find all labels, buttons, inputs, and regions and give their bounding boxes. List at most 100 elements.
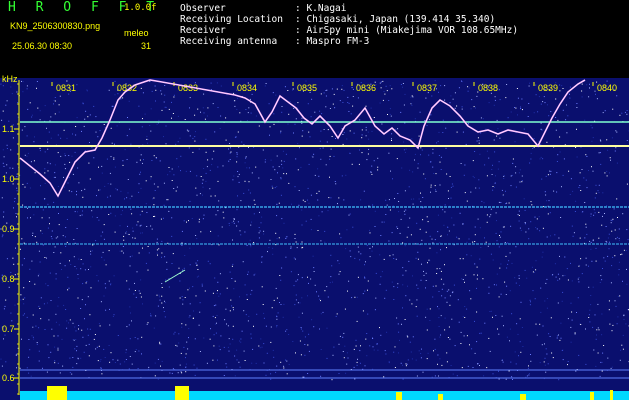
noise-dot (60, 137, 62, 139)
noise-dot (409, 341, 411, 343)
noise-dot (125, 232, 127, 234)
noise-dot (356, 320, 358, 322)
noise-dot (238, 173, 240, 175)
noise-dot (615, 238, 617, 240)
noise-dot (497, 168, 499, 170)
noise-dot (248, 181, 250, 183)
noise-dot (203, 168, 205, 169)
noise-dot (125, 349, 127, 351)
noise-dot (197, 260, 199, 262)
noise-dot (542, 251, 544, 253)
noise-dot (514, 141, 516, 143)
noise-dot (150, 108, 152, 110)
noise-dot (234, 105, 236, 107)
noise-dot (490, 310, 492, 312)
noise-dot (138, 191, 140, 193)
filename-label: KN9_2506300830.png (10, 21, 101, 31)
noise-dot (230, 299, 232, 301)
noise-dot (236, 225, 238, 227)
noise-dot (494, 99, 496, 101)
noise-dot (276, 318, 278, 320)
noise-dot (126, 280, 128, 282)
noise-dot (514, 351, 516, 353)
noise-dot (160, 218, 162, 220)
noise-dot (432, 148, 434, 150)
time-tick-label: 0831 (56, 83, 76, 93)
noise-dot (546, 141, 548, 143)
noise-dot (391, 133, 393, 135)
noise-dot (545, 282, 547, 284)
noise-dot (295, 280, 297, 282)
noise-dot (274, 169, 276, 171)
noise-dot (385, 353, 387, 355)
noise-dot (579, 237, 581, 239)
bottom-band-fill (20, 391, 629, 400)
noise-dot (10, 149, 12, 151)
noise-dot (599, 152, 601, 154)
noise-dot (575, 147, 577, 148)
noise-dot (24, 297, 26, 299)
noise-dot (93, 105, 95, 107)
noise-dot (484, 164, 486, 166)
noise-dot (81, 214, 83, 216)
noise-dot (110, 212, 112, 214)
noise-dot (332, 103, 334, 105)
noise-dot (109, 172, 111, 174)
noise-dot (186, 129, 188, 131)
noise-dot (450, 365, 452, 366)
noise-dot (23, 258, 25, 260)
noise-dot (326, 141, 328, 143)
noise-dot (581, 169, 583, 170)
noise-dot (250, 224, 252, 226)
noise-dot (510, 361, 512, 363)
noise-dot (623, 314, 625, 316)
noise-dot (456, 375, 458, 377)
noise-dot (606, 139, 608, 141)
noise-dot (389, 113, 391, 115)
noise-dot (250, 337, 252, 339)
noise-dot (127, 225, 128, 227)
noise-dot (258, 227, 260, 228)
noise-dot (469, 344, 470, 346)
noise-dot (503, 175, 505, 176)
noise-dot (427, 221, 429, 223)
noise-dot (435, 285, 437, 287)
time-tick-label: 0838 (478, 83, 498, 93)
noise-dot (244, 180, 246, 182)
noise-dot (492, 259, 494, 261)
noise-dot (108, 214, 110, 215)
noise-dot (255, 166, 257, 168)
noise-dot (141, 232, 143, 234)
noise-dot (133, 293, 135, 295)
noise-dot (531, 266, 533, 268)
noise-dot (77, 297, 79, 299)
noise-dot (320, 375, 322, 377)
noise-dot (410, 351, 412, 353)
noise-dot (467, 86, 469, 88)
noise-dot (521, 175, 523, 177)
noise-dot (332, 281, 333, 283)
noise-dot (391, 140, 392, 141)
noise-dot (41, 217, 43, 219)
noise-dot (130, 312, 131, 314)
noise-dot (280, 178, 282, 180)
noise-dot (163, 217, 164, 219)
noise-dot (342, 102, 344, 103)
noise-dot (383, 376, 385, 378)
noise-dot (561, 85, 563, 87)
noise-dot (71, 191, 73, 193)
noise-dot (398, 331, 400, 333)
noise-dot (576, 107, 578, 108)
noise-dot (595, 184, 597, 186)
noise-dot (40, 318, 42, 320)
noise-dot (154, 362, 156, 364)
noise-dot (251, 289, 253, 291)
noise-dot (156, 238, 158, 240)
noise-dot (473, 274, 475, 276)
noise-dot (159, 343, 161, 345)
noise-dot (598, 192, 600, 194)
noise-dot (419, 228, 421, 230)
noise-dot (626, 113, 628, 115)
noise-dot (239, 230, 241, 232)
noise-dot (496, 273, 498, 275)
